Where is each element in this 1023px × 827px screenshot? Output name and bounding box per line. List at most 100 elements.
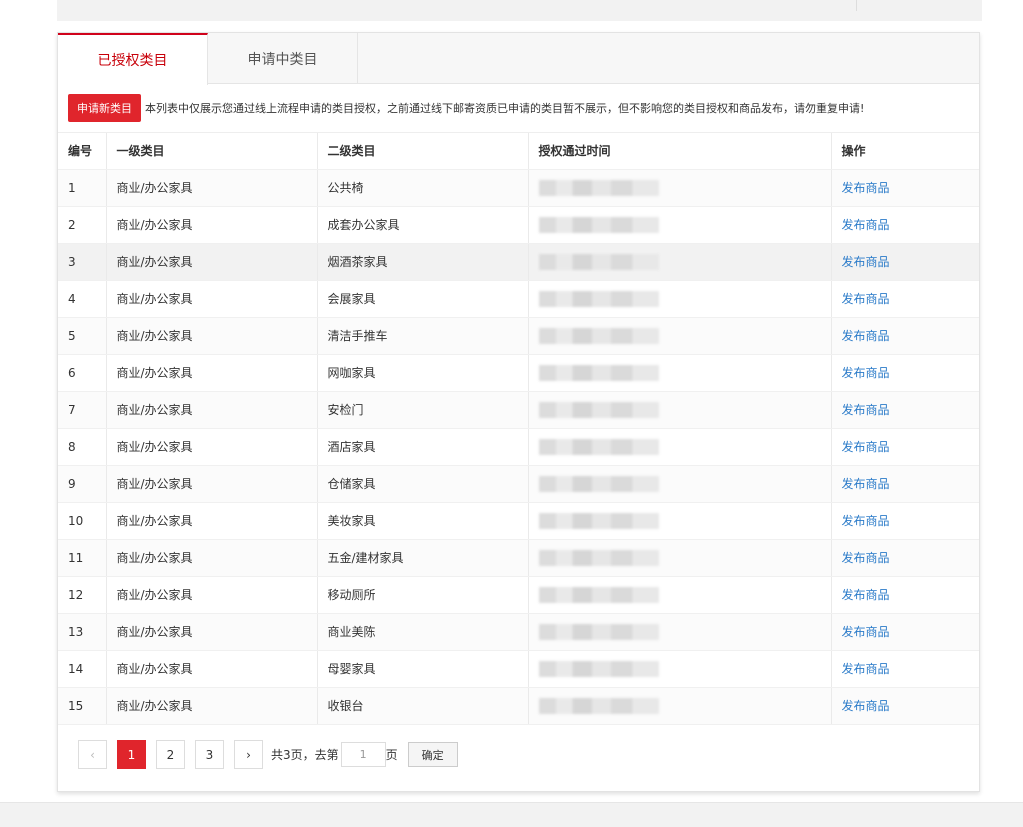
goto-page-input[interactable]: [340, 742, 386, 767]
cell-number: 8: [58, 428, 107, 466]
header-level1-category: 一级类目: [106, 133, 318, 170]
table-row: 12 商业/办公家具 移动厕所 发布商品: [58, 576, 979, 614]
cell-action: 发布商品: [831, 354, 979, 392]
cell-level1-category: 商业/办公家具: [106, 206, 318, 244]
cell-level1-category: 商业/办公家具: [106, 428, 318, 466]
publish-product-link[interactable]: 发布商品: [842, 477, 890, 491]
confirm-goto-button[interactable]: 确定: [407, 742, 458, 767]
publish-product-link[interactable]: 发布商品: [842, 551, 890, 565]
cell-level1-category: 商业/办公家具: [106, 465, 318, 503]
table-header-row: 编号 一级类目 二级类目 授权通过时间 操作: [58, 133, 979, 170]
cell-authorized-time: [528, 502, 832, 540]
apply-new-category-button[interactable]: 申请新类目: [68, 94, 141, 122]
publish-product-link[interactable]: 发布商品: [842, 366, 890, 380]
cell-authorized-time: [528, 391, 832, 429]
category-table: 编号 一级类目 二级类目 授权通过时间 操作 1 商业/办公家具 公共椅 发布商品 2 商…: [58, 133, 979, 725]
publish-product-link[interactable]: 发布商品: [842, 514, 890, 528]
cell-level2-category: 收银台: [317, 687, 529, 725]
redacted-time: [538, 512, 659, 529]
cell-action: 发布商品: [831, 465, 979, 503]
cell-level1-category: 商业/办公家具: [106, 354, 318, 392]
table-row: 2 商业/办公家具 成套办公家具 发布商品: [58, 206, 979, 244]
redacted-time: [538, 660, 659, 677]
cell-level1-category: 商业/办公家具: [106, 502, 318, 540]
category-panel: 已授权类目 申请中类目 申请新类目 本列表中仅展示您通过线上流程申请的类目授权，…: [57, 32, 980, 792]
cell-number: 13: [58, 613, 107, 651]
page-3-button[interactable]: 3: [195, 740, 224, 769]
cell-number: 7: [58, 391, 107, 429]
publish-product-link[interactable]: 发布商品: [842, 662, 890, 676]
redacted-time: [538, 438, 659, 455]
table-row: 6 商业/办公家具 网咖家具 发布商品: [58, 354, 979, 392]
prev-page-button[interactable]: ‹: [78, 740, 107, 769]
header-action: 操作: [831, 133, 979, 170]
header-authorized-time: 授权通过时间: [528, 133, 832, 170]
cell-action: 发布商品: [831, 391, 979, 429]
table-row: 10 商业/办公家具 美妆家具 发布商品: [58, 502, 979, 540]
publish-product-link[interactable]: 发布商品: [842, 255, 890, 269]
cell-level1-category: 商业/办公家具: [106, 243, 318, 281]
publish-product-link[interactable]: 发布商品: [842, 440, 890, 454]
table-row: 1 商业/办公家具 公共椅 发布商品: [58, 169, 979, 207]
page-suffix-text: 页: [385, 748, 398, 762]
cell-authorized-time: [528, 465, 832, 503]
pagination: ‹ 1 2 3 › 共3页，去第 页 确定: [58, 725, 979, 785]
publish-product-link[interactable]: 发布商品: [842, 699, 890, 713]
table-row: 7 商业/办公家具 安检门 发布商品: [58, 391, 979, 429]
cell-authorized-time: [528, 169, 832, 207]
cell-number: 14: [58, 650, 107, 688]
header-level2-category: 二级类目: [317, 133, 529, 170]
publish-product-link[interactable]: 发布商品: [842, 181, 890, 195]
publish-product-link[interactable]: 发布商品: [842, 588, 890, 602]
page-2-button[interactable]: 2: [156, 740, 185, 769]
cell-level2-category: 成套办公家具: [317, 206, 529, 244]
publish-product-link[interactable]: 发布商品: [842, 292, 890, 306]
redacted-time: [538, 549, 659, 566]
redacted-time: [538, 253, 659, 270]
cell-authorized-time: [528, 539, 832, 577]
redacted-time: [538, 697, 659, 714]
cell-level2-category: 酒店家具: [317, 428, 529, 466]
cell-authorized-time: [528, 280, 832, 318]
publish-product-link[interactable]: 发布商品: [842, 218, 890, 232]
cell-number: 1: [58, 169, 107, 207]
table-row: 9 商业/办公家具 仓储家具 发布商品: [58, 465, 979, 503]
page-1-button[interactable]: 1: [117, 740, 146, 769]
cell-authorized-time: [528, 576, 832, 614]
cell-level2-category: 清洁手推车: [317, 317, 529, 355]
cell-level1-category: 商业/办公家具: [106, 687, 318, 725]
next-page-button[interactable]: ›: [234, 740, 263, 769]
cell-action: 发布商品: [831, 576, 979, 614]
top-bar: [57, 0, 982, 21]
redacted-time: [538, 216, 659, 233]
cell-action: 发布商品: [831, 169, 979, 207]
tab-pending-categories[interactable]: 申请中类目: [208, 33, 358, 84]
cell-level1-category: 商业/办公家具: [106, 317, 318, 355]
tab-authorized-categories[interactable]: 已授权类目: [58, 33, 208, 85]
publish-product-link[interactable]: 发布商品: [842, 625, 890, 639]
publish-product-link[interactable]: 发布商品: [842, 329, 890, 343]
redacted-time: [538, 290, 659, 307]
notice-text: 本列表中仅展示您通过线上流程申请的类目授权，之前通过线下邮寄资质已申请的类目暂不…: [145, 102, 865, 115]
tab-bar: 已授权类目 申请中类目: [58, 33, 979, 85]
publish-product-link[interactable]: 发布商品: [842, 403, 890, 417]
cell-level1-category: 商业/办公家具: [106, 576, 318, 614]
cell-level2-category: 美妆家具: [317, 502, 529, 540]
cell-action: 发布商品: [831, 206, 979, 244]
top-bar-divider: [856, 0, 857, 11]
cell-level2-category: 网咖家具: [317, 354, 529, 392]
cell-level1-category: 商业/办公家具: [106, 650, 318, 688]
cell-level2-category: 商业美陈: [317, 613, 529, 651]
cell-level1-category: 商业/办公家具: [106, 613, 318, 651]
cell-number: 11: [58, 539, 107, 577]
cell-number: 9: [58, 465, 107, 503]
cell-authorized-time: [528, 206, 832, 244]
cell-number: 4: [58, 280, 107, 318]
total-pages-text: 共3页，去第: [271, 748, 339, 762]
cell-level1-category: 商业/办公家具: [106, 539, 318, 577]
cell-level2-category: 烟酒茶家具: [317, 243, 529, 281]
redacted-time: [538, 364, 659, 381]
table-row: 3 商业/办公家具 烟酒茶家具 发布商品: [58, 243, 979, 281]
cell-level2-category: 安检门: [317, 391, 529, 429]
table-row: 13 商业/办公家具 商业美陈 发布商品: [58, 613, 979, 651]
